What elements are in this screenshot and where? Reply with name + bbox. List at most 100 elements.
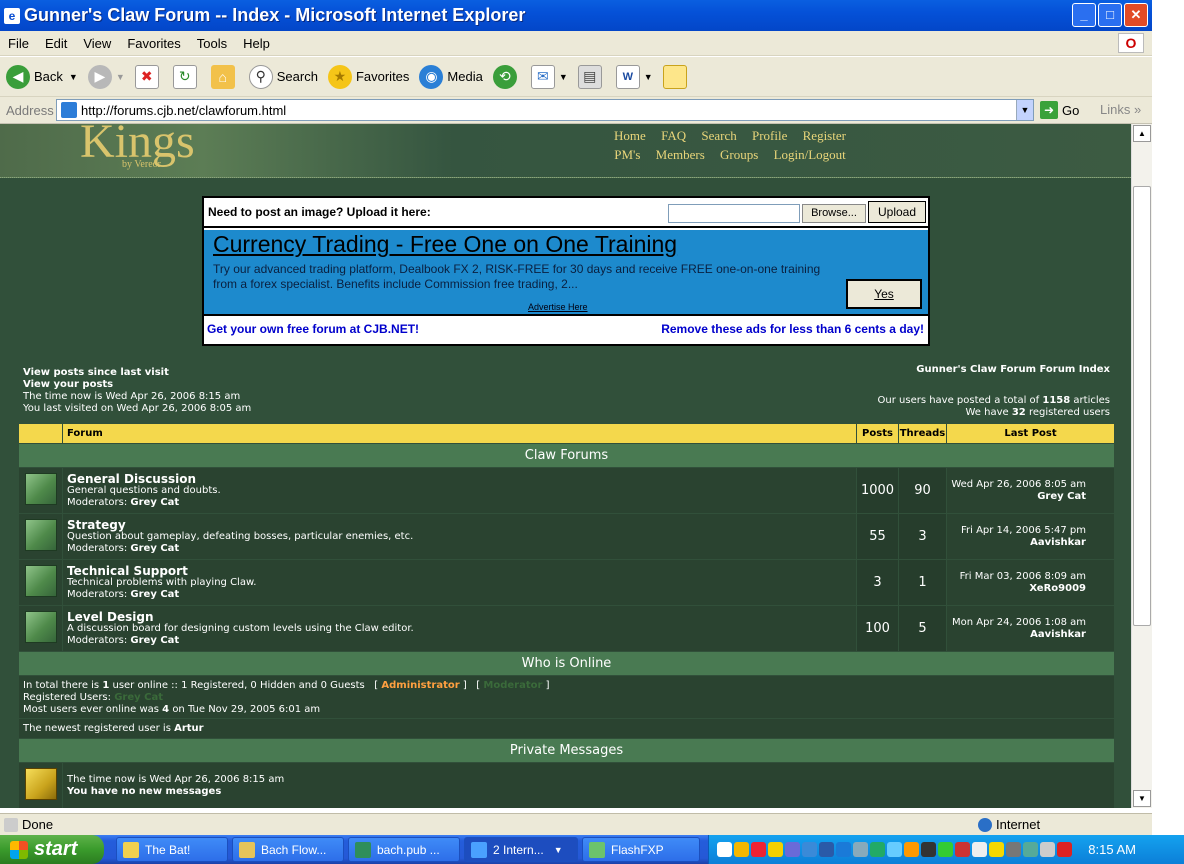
forum-desc: A discussion board for designing custom …	[67, 622, 414, 634]
who-online-title[interactable]: Who is Online	[18, 651, 1115, 676]
moderator-link[interactable]: Grey Cat	[130, 635, 179, 646]
tray-icon[interactable]	[904, 842, 919, 857]
scroll-down-icon[interactable]: ▼	[1133, 790, 1151, 807]
tray-icon[interactable]	[972, 842, 987, 857]
advertise-here-link[interactable]: Advertise Here	[528, 302, 588, 312]
favorites-button[interactable]: ★ Favorites	[327, 64, 409, 89]
edit-button[interactable]: W ▼	[615, 64, 653, 89]
last-post-user[interactable]: Aavishkar	[947, 537, 1086, 549]
tray-icon[interactable]	[751, 842, 766, 857]
moderator-link[interactable]: Grey Cat	[130, 497, 179, 508]
menu-favorites[interactable]: Favorites	[119, 36, 188, 51]
media-button[interactable]: ◉ Media	[419, 64, 483, 89]
go-button[interactable]: ➜ Go	[1040, 101, 1079, 119]
links-toolbar[interactable]: Links »	[1100, 102, 1141, 117]
nav-profile[interactable]: Profile	[752, 128, 787, 143]
tray-icon[interactable]	[1057, 842, 1072, 857]
menu-view[interactable]: View	[75, 36, 119, 51]
nav-home[interactable]: Home	[614, 128, 646, 143]
refresh-button[interactable]: ↻	[172, 64, 201, 89]
tray-icon[interactable]	[853, 842, 868, 857]
nav-pms[interactable]: PM's	[614, 147, 640, 162]
forward-button[interactable]: ▶ ▼	[87, 64, 125, 89]
forum-name[interactable]: Strategy	[67, 519, 856, 531]
tray-icon[interactable]	[955, 842, 970, 857]
mail-button[interactable]: ✉ ▼	[530, 64, 568, 89]
forum-index-link[interactable]: Gunner's Claw Forum Forum Index	[790, 364, 1110, 376]
history-button[interactable]: ⟲	[492, 64, 521, 89]
taskbar-item-bach-pub[interactable]: bach.pub ...	[348, 837, 460, 862]
category-title[interactable]: Claw Forums	[18, 443, 1115, 468]
ad-yes-button[interactable]: Yes	[846, 279, 922, 309]
search-button[interactable]: ⚲ Search	[248, 64, 318, 89]
newest-user-link[interactable]: Artur	[174, 723, 204, 734]
menu-file[interactable]: File	[0, 36, 37, 51]
tray-icon[interactable]	[768, 842, 783, 857]
tray-icon[interactable]	[717, 842, 732, 857]
clock[interactable]: 8:15 AM	[1088, 842, 1136, 857]
window-titlebar[interactable]: e Gunner's Claw Forum -- Index - Microso…	[0, 0, 1152, 31]
pm-title[interactable]: Private Messages	[18, 738, 1115, 763]
scroll-thumb[interactable]	[1133, 186, 1151, 626]
home-button[interactable]: ⌂	[210, 64, 239, 89]
last-post-user[interactable]: Grey Cat	[947, 491, 1086, 503]
taskbar-item-bach-flow[interactable]: Bach Flow...	[232, 837, 344, 862]
menu-tools[interactable]: Tools	[189, 36, 235, 51]
stop-button[interactable]: ✖	[134, 64, 163, 89]
last-post-user[interactable]: Aavishkar	[947, 629, 1086, 641]
online-user[interactable]: Grey Cat	[114, 692, 163, 703]
forum-name[interactable]: General Discussion	[67, 473, 856, 485]
tray-icon[interactable]	[1006, 842, 1021, 857]
nav-faq[interactable]: FAQ	[661, 128, 686, 143]
mail-icon: ✉	[530, 64, 555, 89]
nav-search[interactable]: Search	[701, 128, 736, 143]
tray-icon[interactable]	[887, 842, 902, 857]
forum-folder-icon	[24, 473, 57, 505]
forum-name[interactable]: Level Design	[67, 611, 856, 623]
free-forum-link[interactable]: Get your own free forum at CJB.NET!	[207, 322, 419, 336]
nav-groups[interactable]: Groups	[720, 147, 758, 162]
tray-icon[interactable]	[921, 842, 936, 857]
nav-members[interactable]: Members	[656, 147, 705, 162]
tray-icon[interactable]	[802, 842, 817, 857]
tray-icon[interactable]	[836, 842, 851, 857]
browse-button[interactable]: Browse...	[802, 204, 866, 223]
tray-icon[interactable]	[938, 842, 953, 857]
remove-ads-link[interactable]: Remove these ads for less than 6 cents a…	[661, 322, 924, 336]
tray-icon[interactable]	[734, 842, 749, 857]
pm-status[interactable]: You have no new messages	[67, 786, 1114, 798]
maximize-button[interactable]: □	[1098, 3, 1122, 27]
ad-headline[interactable]: Currency Trading - Free One on One Train…	[213, 231, 677, 258]
nav-login[interactable]: Login/Logout	[774, 147, 846, 162]
tray-icon[interactable]	[1023, 842, 1038, 857]
nav-register[interactable]: Register	[803, 128, 846, 143]
menu-edit[interactable]: Edit	[37, 36, 75, 51]
last-post-user[interactable]: XeRo9009	[947, 583, 1086, 595]
forum-name[interactable]: Technical Support	[67, 565, 856, 577]
file-input[interactable]	[668, 204, 800, 223]
moderator-link[interactable]: Grey Cat	[130, 589, 179, 600]
taskbar-item-thebat[interactable]: The Bat!	[116, 837, 228, 862]
tray-icon[interactable]	[785, 842, 800, 857]
close-button[interactable]: ✕	[1124, 3, 1148, 27]
address-input[interactable]: http://forums.cjb.net/clawforum.html ▼	[56, 99, 1034, 121]
view-yours-link[interactable]: View your posts	[23, 379, 251, 391]
scroll-up-icon[interactable]: ▲	[1133, 125, 1151, 142]
tray-icon[interactable]	[989, 842, 1004, 857]
moderator-link[interactable]: Grey Cat	[130, 543, 179, 554]
tray-icon[interactable]	[870, 842, 885, 857]
address-dropdown-icon[interactable]: ▼	[1016, 100, 1033, 120]
vertical-scrollbar[interactable]: ▲ ▼	[1131, 124, 1152, 808]
tray-icon[interactable]	[819, 842, 834, 857]
view-since-link[interactable]: View posts since last visit	[23, 367, 251, 379]
notes-button[interactable]	[662, 64, 691, 89]
minimize-button[interactable]: _	[1072, 3, 1096, 27]
back-button[interactable]: ◀ Back ▼	[6, 64, 78, 89]
start-button[interactable]: start	[0, 835, 104, 864]
tray-icon[interactable]	[1040, 842, 1055, 857]
taskbar-item-flashfxp[interactable]: FlashFXP	[582, 837, 700, 862]
menu-help[interactable]: Help	[235, 36, 278, 51]
print-button[interactable]: ▤	[577, 64, 606, 89]
taskbar-item-ie[interactable]: 2 Intern... ▼	[464, 837, 578, 862]
upload-button[interactable]: Upload	[868, 201, 926, 223]
